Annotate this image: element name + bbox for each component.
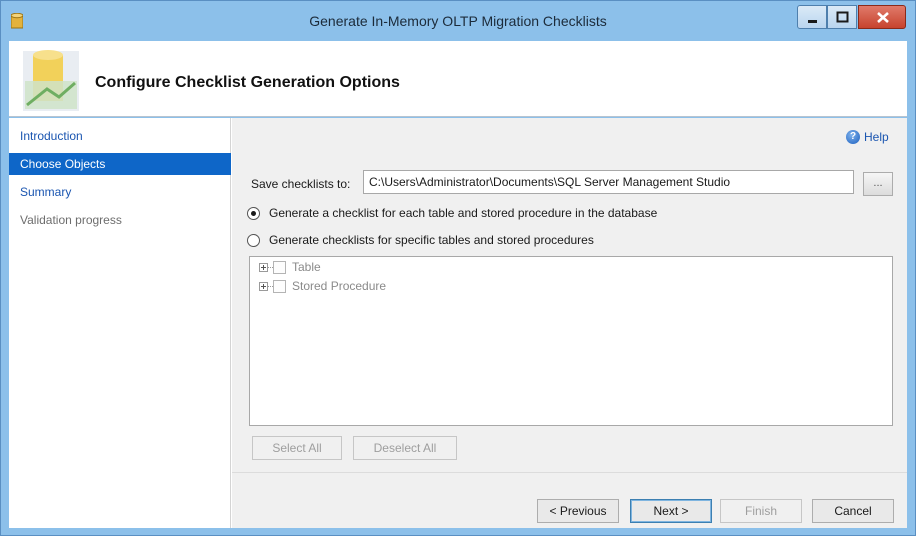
wizard-body: Introduction Choose Objects Summary Vali… <box>9 118 907 528</box>
maximize-button[interactable] <box>827 5 857 29</box>
finish-button[interactable]: Finish <box>720 499 802 523</box>
minimize-button[interactable] <box>797 5 827 29</box>
page-title: Configure Checklist Generation Options <box>95 74 400 91</box>
minimize-icon <box>808 20 817 23</box>
window-title: Generate In-Memory OLTP Migration Checkl… <box>309 13 607 29</box>
sidebar-item-introduction[interactable]: Introduction <box>9 125 231 147</box>
objects-tree[interactable]: Table Stored Procedure <box>249 256 893 426</box>
deselect-all-button[interactable]: Deselect All <box>353 436 457 460</box>
database-wizard-icon <box>23 50 79 111</box>
sidebar-item-validation-progress: Validation progress <box>20 213 122 227</box>
table-checkbox[interactable] <box>273 260 286 274</box>
wizard-window: Generate In-Memory OLTP Migration Checkl… <box>0 0 916 536</box>
stored-procedure-checkbox[interactable] <box>273 279 286 293</box>
wizard-header: Configure Checklist Generation Options <box>9 41 907 117</box>
expand-icon[interactable] <box>259 281 268 291</box>
wizard-steps-sidebar: Introduction Choose Objects Summary Vali… <box>9 118 231 528</box>
help-icon: ? <box>846 130 860 144</box>
sidebar-item-choose-objects[interactable]: Choose Objects <box>9 153 231 175</box>
help-label: Help <box>864 130 889 144</box>
sidebar-item-summary[interactable]: Summary <box>9 181 231 203</box>
tree-node-label: Table <box>292 260 321 274</box>
tree-node-label: Stored Procedure <box>292 279 387 293</box>
options-panel: ? Help Save checklists to: ... Generate … <box>232 118 907 528</box>
browse-button[interactable]: ... <box>863 172 893 196</box>
wizard-footer: < Previous Next > Finish Cancel <box>232 472 907 528</box>
tree-node-stored-procedure: Stored Procedure <box>259 278 386 294</box>
radio-option-specific-objects[interactable]: Generate checklists for specific tables … <box>247 233 594 247</box>
select-all-button[interactable]: Select All <box>252 436 342 460</box>
radio-label-all-objects: Generate a checklist for each table and … <box>269 206 658 220</box>
maximize-icon <box>836 11 849 23</box>
radio-button-unchecked[interactable] <box>247 233 260 247</box>
title-bar[interactable]: Generate In-Memory OLTP Migration Checkl… <box>1 1 915 41</box>
save-checklists-label: Save checklists to: <box>251 177 351 191</box>
help-link[interactable]: ? Help <box>846 129 889 145</box>
radio-button-checked[interactable] <box>247 206 260 220</box>
radio-label-specific-objects: Generate checklists for specific tables … <box>269 233 594 247</box>
cancel-button[interactable]: Cancel <box>812 499 894 523</box>
close-icon <box>877 12 889 23</box>
previous-button[interactable]: < Previous <box>537 499 619 523</box>
expand-icon[interactable] <box>259 262 268 272</box>
next-button[interactable]: Next > <box>630 499 712 523</box>
radio-option-all-objects[interactable]: Generate a checklist for each table and … <box>247 206 657 220</box>
close-button[interactable] <box>858 5 906 29</box>
tree-node-table: Table <box>259 259 321 275</box>
save-path-input[interactable] <box>363 170 854 194</box>
